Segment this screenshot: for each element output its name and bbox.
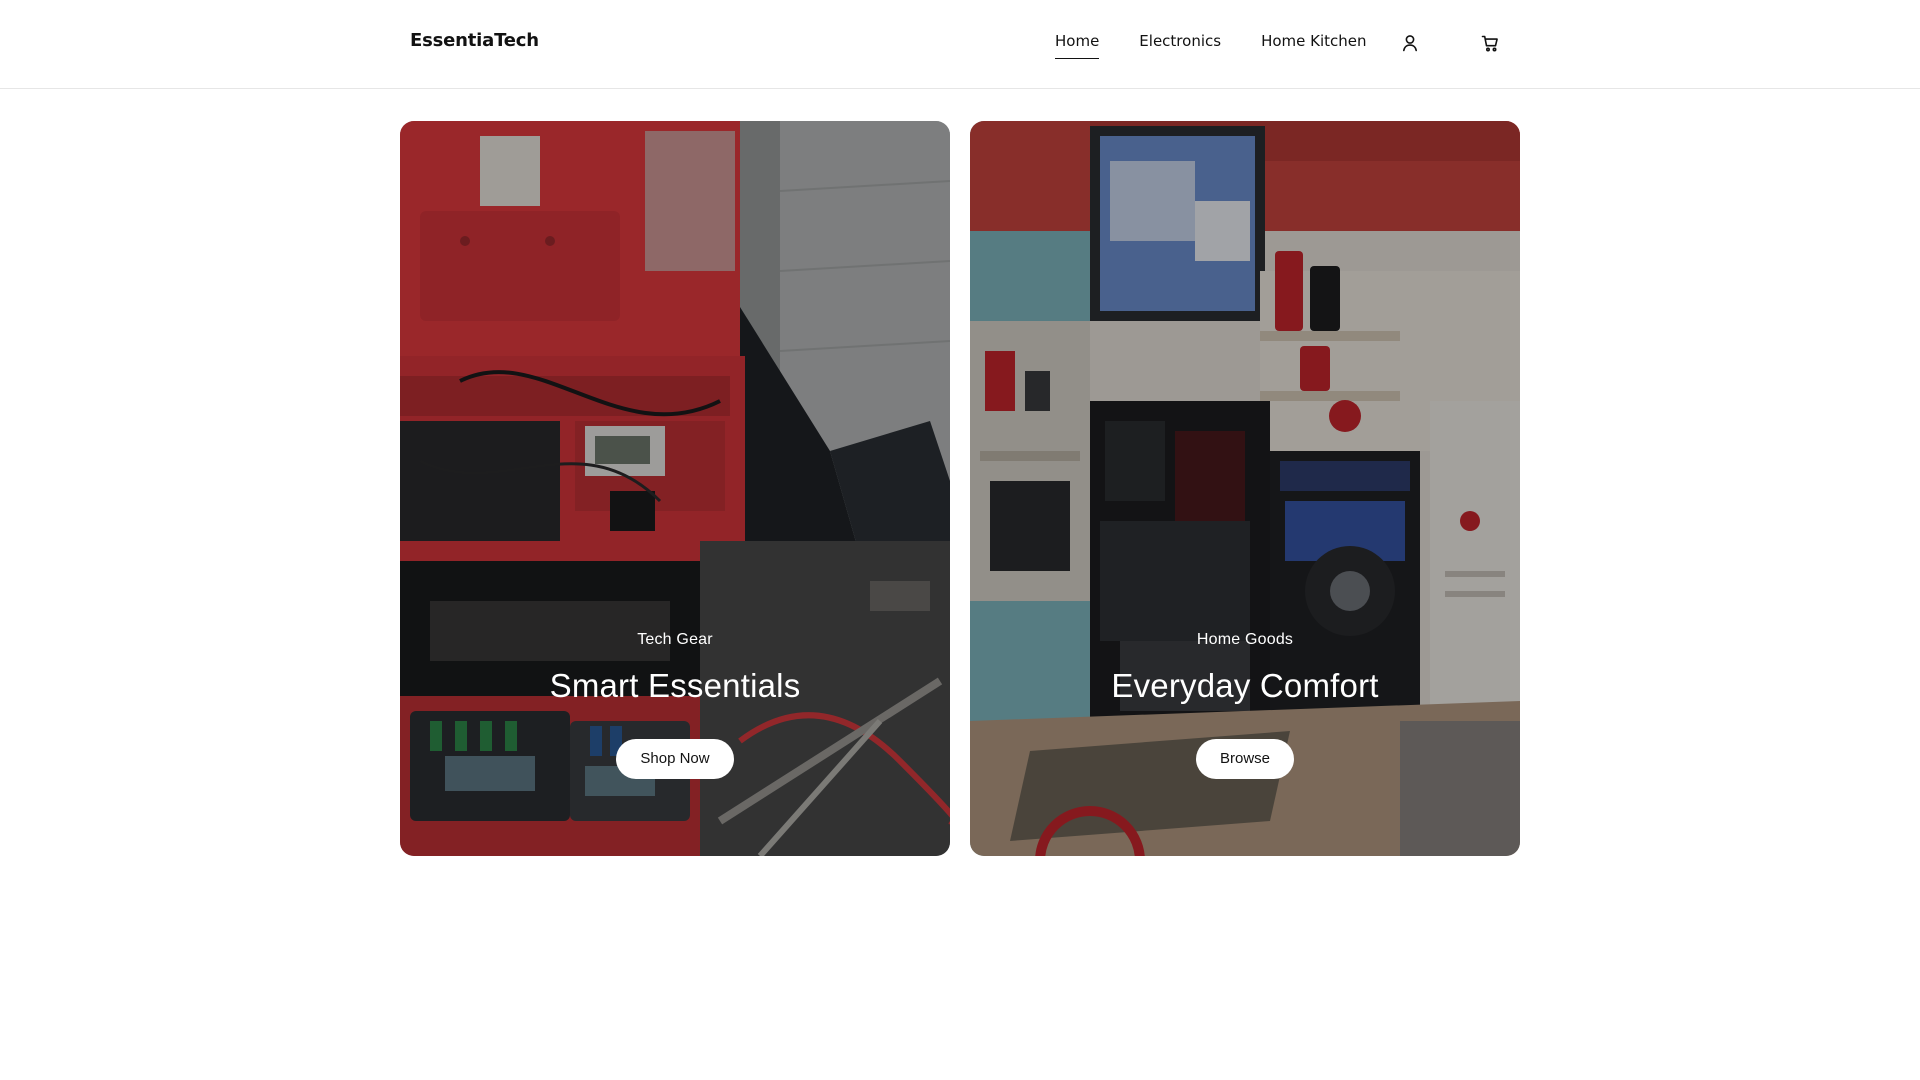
card-title: Everyday Comfort [1111, 667, 1379, 704]
site-header: EssentiaTech Home Electronics Home Kitch… [0, 0, 1920, 89]
nav-item-home[interactable]: Home [1055, 32, 1100, 59]
card-content: Tech Gear Smart Essentials Shop Now [400, 631, 950, 779]
browse-button[interactable]: Browse [1195, 739, 1295, 779]
card-content: Home Goods Everyday Comfort Browse [970, 631, 1520, 779]
nav-item-home-kitchen[interactable]: Home Kitchen [1261, 32, 1366, 56]
cart-icon[interactable] [1479, 32, 1501, 54]
site-logo[interactable]: EssentiaTech [410, 30, 539, 51]
main-nav: Home Electronics Home Kitchen [1055, 32, 1367, 59]
hero-collections: Tech Gear Smart Essentials Shop Now Home… [400, 121, 1521, 856]
collection-card-tech-gear[interactable]: Tech Gear Smart Essentials Shop Now [400, 121, 950, 856]
card-eyebrow: Tech Gear [637, 631, 713, 648]
card-title: Smart Essentials [549, 667, 801, 704]
account-icon[interactable] [1399, 32, 1421, 54]
nav-item-electronics[interactable]: Electronics [1139, 32, 1221, 56]
shop-now-button[interactable]: Shop Now [616, 739, 734, 779]
card-eyebrow: Home Goods [1196, 631, 1294, 648]
collection-card-home-goods[interactable]: Home Goods Everyday Comfort Browse [970, 121, 1520, 856]
